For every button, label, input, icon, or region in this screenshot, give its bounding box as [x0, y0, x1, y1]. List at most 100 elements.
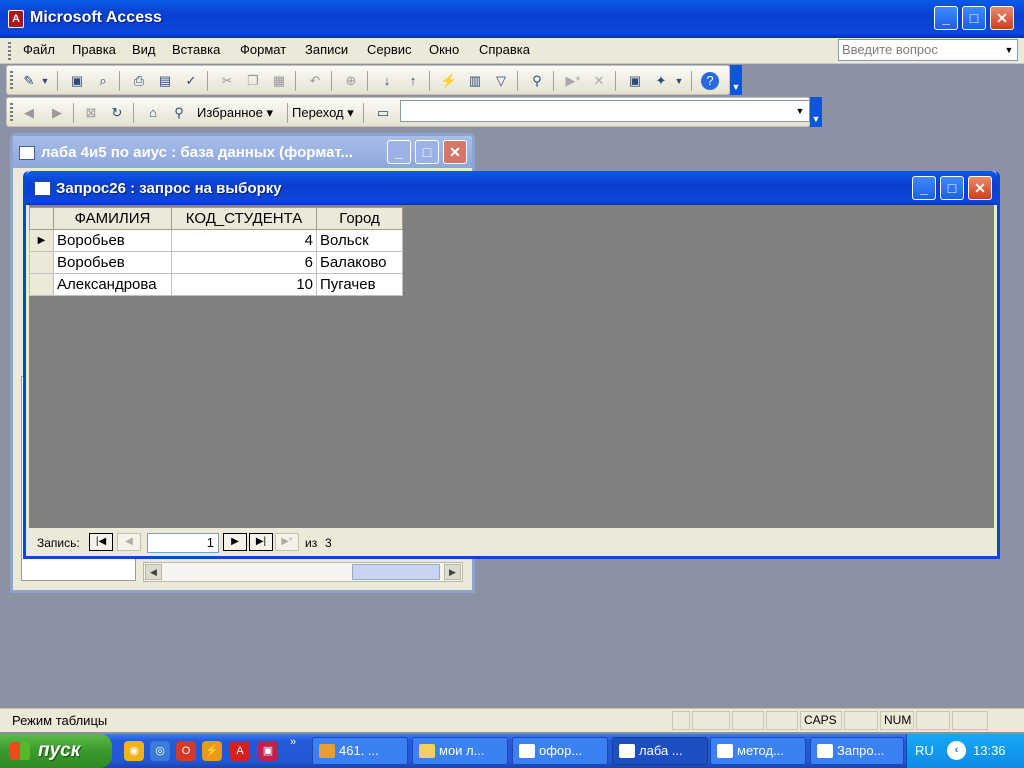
minimize-button[interactable]: _	[912, 176, 936, 200]
new-record-button[interactable]: ▶*	[275, 533, 299, 551]
select-all-corner[interactable]	[29, 207, 54, 230]
menu-records[interactable]: Записи	[302, 42, 351, 57]
app-title-bar[interactable]: A Microsoft Access _ □ ✕	[0, 0, 1024, 38]
paste-icon[interactable]: ▦	[269, 71, 289, 91]
refresh-icon[interactable]: ↻	[107, 103, 127, 123]
current-record-field[interactable]: 1	[147, 533, 219, 553]
city-cell[interactable]: Вольск	[316, 229, 403, 252]
record-selector[interactable]	[29, 251, 54, 274]
maximize-button[interactable]: □	[940, 176, 964, 200]
student-code-cell[interactable]: 4	[171, 229, 317, 252]
copy-icon[interactable]: ❐	[243, 71, 263, 91]
taskbar-task[interactable]: офор...	[512, 737, 608, 765]
start-button[interactable]: пуск	[0, 734, 112, 768]
first-record-button[interactable]: |◀	[89, 533, 113, 551]
minimize-button[interactable]: _	[387, 140, 411, 164]
cut-icon[interactable]: ✂	[217, 71, 237, 91]
taskbar-task[interactable]: Запро...	[810, 737, 904, 765]
apply-filter-icon[interactable]: ▽	[491, 71, 511, 91]
taskbar-task[interactable]: лаба ...	[612, 737, 708, 765]
acrobat-icon[interactable]: A	[230, 741, 250, 761]
toolbar-options-chevron[interactable]: ▼	[810, 97, 822, 127]
find-icon[interactable]: ⚲	[527, 71, 547, 91]
toolbar-options-chevron[interactable]: ▼	[730, 65, 742, 95]
chevron-down-icon[interactable]: ▼	[793, 103, 807, 119]
show-only-web-toolbar-icon[interactable]: ▭	[373, 103, 393, 123]
design-view-icon[interactable]: ✎	[19, 71, 39, 91]
surname-cell[interactable]: Александрова	[53, 273, 172, 296]
taskbar-task[interactable]: мои л...	[412, 737, 508, 765]
filter-by-form-icon[interactable]: ▥	[465, 71, 485, 91]
delete-record-icon[interactable]: ✕	[589, 71, 609, 91]
new-object-icon[interactable]: ✦	[651, 71, 671, 91]
clock[interactable]: 13:36	[973, 743, 1006, 758]
record-selector[interactable]	[29, 273, 54, 296]
surname-cell[interactable]: Воробьев	[53, 251, 172, 274]
table-row[interactable]: Александрова 10 Пугачев	[29, 273, 403, 296]
sort-descending-icon[interactable]: ↑	[403, 71, 423, 91]
student-code-cell[interactable]: 6	[171, 251, 317, 274]
city-cell[interactable]: Балаково	[316, 251, 403, 274]
scroll-left-arrow[interactable]: ◀	[145, 564, 162, 580]
print-preview-icon[interactable]: ▤	[155, 71, 175, 91]
column-header[interactable]: Город	[316, 207, 403, 230]
forward-icon[interactable]: ▶	[47, 103, 67, 123]
column-header[interactable]: КОД_СТУДЕНТА	[171, 207, 317, 230]
goto-menu[interactable]: Переход ▾	[292, 105, 354, 121]
filter-by-selection-icon[interactable]: ⚡	[439, 71, 459, 91]
menu-help[interactable]: Справка	[476, 42, 533, 57]
chevron-down-icon[interactable]: ▼	[39, 71, 51, 91]
new-record-icon[interactable]: ▶*	[563, 71, 583, 91]
back-icon[interactable]: ◀	[19, 103, 39, 123]
menu-tools[interactable]: Сервис	[364, 42, 415, 57]
datasheet-area[interactable]: ФАМИЛИЯ КОД_СТУДЕНТА Город ▶ Воробьев 4 …	[29, 205, 994, 528]
chevron-down-icon[interactable]: ▼	[673, 71, 685, 91]
chrome-icon[interactable]: ◉	[124, 741, 144, 761]
spelling-icon[interactable]: ✓	[181, 71, 201, 91]
scrollbar-thumb[interactable]	[352, 564, 440, 580]
insert-hyperlink-icon[interactable]: ⊕	[341, 71, 361, 91]
maximize-button[interactable]: □	[962, 6, 986, 30]
sort-ascending-icon[interactable]: ↓	[377, 71, 397, 91]
favorites-menu[interactable]: Избранное ▾	[197, 105, 273, 121]
language-indicator[interactable]: RU	[915, 743, 934, 758]
city-cell[interactable]: Пугачев	[316, 273, 403, 296]
menu-grip[interactable]	[8, 42, 11, 60]
search-web-icon[interactable]: ⚲	[169, 103, 189, 123]
show-hidden-icons-icon[interactable]: ‹	[947, 741, 966, 760]
ask-question-box[interactable]: Введите вопрос ▼	[838, 39, 1018, 61]
stop-icon[interactable]: ⊠	[81, 103, 101, 123]
menu-insert[interactable]: Вставка	[169, 42, 223, 57]
quicklaunch-overflow-icon[interactable]: »	[290, 736, 296, 748]
browser-icon[interactable]: ◎	[150, 741, 170, 761]
menu-edit[interactable]: Правка	[69, 42, 119, 57]
close-button[interactable]: ✕	[443, 140, 467, 164]
taskbar-task[interactable]: метод...	[710, 737, 806, 765]
previous-record-button[interactable]: ◀	[117, 533, 141, 551]
database-window-icon[interactable]: ▣	[625, 71, 645, 91]
horizontal-scrollbar[interactable]: ◀ ▶	[143, 562, 463, 582]
table-row[interactable]: ▶ Воробьев 4 Вольск	[29, 229, 403, 252]
access-app-icon[interactable]: A	[8, 10, 24, 28]
toolbar-grip[interactable]	[10, 71, 13, 89]
column-header[interactable]: ФАМИЛИЯ	[53, 207, 172, 230]
print-icon[interactable]: ⎙	[129, 71, 149, 91]
surname-cell[interactable]: Воробьев	[53, 229, 172, 252]
media-icon[interactable]: ▣	[258, 741, 278, 761]
home-icon[interactable]: ⌂	[143, 103, 163, 123]
record-selector[interactable]: ▶	[29, 229, 54, 252]
undo-icon[interactable]: ↶	[305, 71, 325, 91]
save-icon[interactable]: ▣	[67, 71, 87, 91]
close-button[interactable]: ✕	[968, 176, 992, 200]
student-code-cell[interactable]: 10	[171, 273, 317, 296]
menu-file[interactable]: Файл	[20, 42, 58, 57]
address-field[interactable]: ▼	[400, 100, 810, 122]
file-search-icon[interactable]: ⌕	[93, 71, 113, 91]
help-icon[interactable]: ?	[701, 72, 719, 90]
toolbar-grip[interactable]	[10, 103, 13, 121]
last-record-button[interactable]: ▶|	[249, 533, 273, 551]
menu-view[interactable]: Вид	[129, 42, 159, 57]
taskbar-task[interactable]: 461. ...	[312, 737, 408, 765]
minimize-button[interactable]: _	[934, 6, 958, 30]
query-window-title-bar[interactable]: Запрос26 : запрос на выборку _ □ ✕	[26, 171, 997, 205]
